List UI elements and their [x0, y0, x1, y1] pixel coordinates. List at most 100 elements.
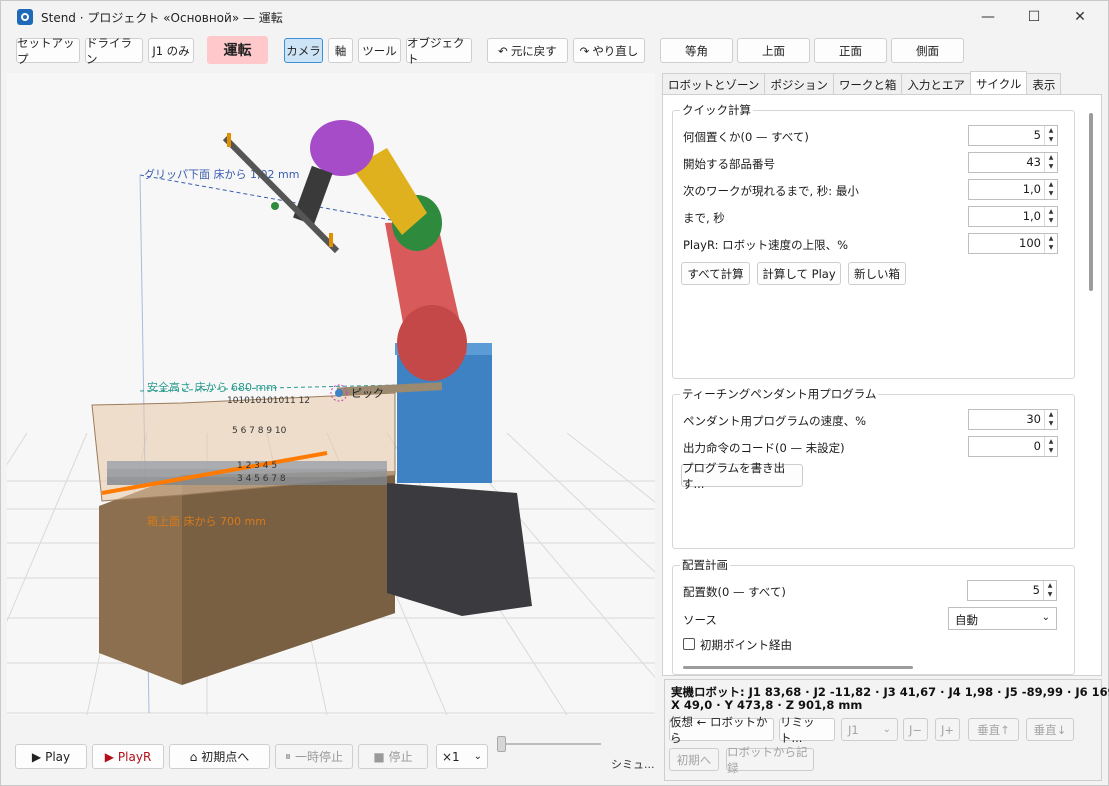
safe-height-label: 安全高さ 床から 680 mm	[147, 380, 277, 394]
jog-plus-button[interactable]: J+	[935, 718, 960, 741]
undo-button[interactable]: ↶ 元に戻す	[487, 38, 568, 63]
output-code-label: 出力命令のコード(0 — 未設定)	[683, 441, 845, 455]
speed-slider-track[interactable]	[501, 743, 601, 745]
chevron-down-icon: ⌄	[882, 724, 891, 735]
sim-label: シミュ...	[611, 758, 655, 771]
quick-calc-title: クイック計算	[680, 102, 753, 118]
output-code-value: 0	[1033, 439, 1041, 453]
source-value: 自動	[955, 613, 978, 627]
window-title: Stend · プロジェクト «Основной» — 運転	[41, 10, 283, 25]
min-interval-stepper[interactable]: 1,0 ▲ ▼	[968, 179, 1058, 200]
front-view-button[interactable]: 正面	[814, 38, 887, 63]
placement-title: 配置計画	[680, 557, 730, 573]
tab-cycle[interactable]: サイクル	[969, 71, 1028, 95]
joint-select[interactable]: J1 ⌄	[841, 718, 898, 741]
robot-wrist	[310, 120, 374, 176]
tab-display[interactable]: 表示	[1026, 73, 1062, 95]
speed-limit-stepper[interactable]: 100 ▲ ▼	[968, 233, 1058, 254]
close-button[interactable]: ✕	[1057, 1, 1103, 33]
stepper-arrows-icon[interactable]: ▲ ▼	[1044, 207, 1057, 226]
source-select[interactable]: 自動 ⌄	[948, 607, 1057, 630]
pendant-speed-stepper[interactable]: 30 ▲ ▼	[968, 409, 1058, 430]
stepper-arrows-icon[interactable]: ▲ ▼	[1044, 410, 1057, 429]
robot-shoulder	[397, 305, 467, 381]
layer-numbers-3: 1 2 3 4 5	[237, 461, 277, 471]
calc-all-button[interactable]: すべて計算	[681, 262, 750, 285]
home-button[interactable]: ⌂ 初期点へ	[169, 744, 270, 769]
via-home-checkbox[interactable]	[683, 638, 695, 650]
redo-button[interactable]: ↷ やり直し	[573, 38, 645, 63]
robot-pedestal	[387, 483, 532, 616]
new-box-button[interactable]: 新しい箱	[848, 262, 906, 285]
quick-calc-label-4: PlayR: ロボット速度の上限、%	[683, 238, 849, 252]
pause-button[interactable]: ⏸ 一時停止	[275, 744, 353, 769]
undo-label: 元に戻す	[510, 43, 557, 58]
app-window: Stend · プロジェクト «Основной» — 運転 — ☐ ✕ セット…	[0, 0, 1109, 786]
layer-numbers-4: 3 4 5 6 7 8	[237, 474, 286, 484]
calc-play-button[interactable]: 計算して Play	[757, 262, 841, 285]
home-icon: ⌂	[189, 749, 198, 764]
tab-io-air[interactable]: 入力とエア	[901, 73, 971, 95]
mode-run-button[interactable]: 運転	[207, 36, 268, 64]
play-icon: ▶	[31, 749, 42, 764]
stepper-arrows-icon[interactable]: ▲ ▼	[1044, 153, 1057, 172]
tab-position[interactable]: ポジション	[764, 73, 834, 95]
count-value: 5	[1033, 128, 1041, 142]
count-stepper[interactable]: 5 ▲ ▼	[968, 125, 1058, 146]
minimize-button[interactable]: —	[965, 1, 1011, 33]
max-interval-value: 1,0	[1022, 209, 1041, 223]
source-label: ソース	[683, 613, 717, 627]
side-view-button[interactable]: 側面	[891, 38, 964, 63]
speed-select[interactable]: ×1 ⌄	[436, 744, 488, 769]
layer-numbers-2: 5 6 7 8 9 10	[232, 426, 287, 436]
setup-button[interactable]: セットアップ	[16, 36, 80, 66]
vertical-up-button[interactable]: 垂直↑	[968, 718, 1019, 741]
export-program-button[interactable]: プログラムを書き出す...	[681, 461, 803, 491]
top-view-button[interactable]: 上面	[737, 38, 810, 63]
stop-button[interactable]: ■ 停止	[358, 744, 428, 769]
camera-toggle[interactable]: カメラ	[284, 38, 323, 63]
scene-svg: グリッパ下面 床から 1,02 mm 安全高さ 床から 680 mm 箱上面 床…	[7, 120, 655, 715]
stepper-arrows-icon[interactable]: ▲ ▼	[1044, 126, 1057, 145]
output-code-stepper[interactable]: 0 ▲ ▼	[968, 436, 1058, 457]
stop-label: 停止	[388, 750, 413, 764]
panel-vscrollbar[interactable]	[1089, 113, 1093, 291]
limits-button[interactable]: リミット...	[779, 715, 835, 745]
speed-limit-value: 100	[1019, 236, 1041, 250]
quick-calc-label-1: 開始する部品番号	[683, 157, 775, 171]
stepper-arrows-icon[interactable]: ▲ ▼	[1044, 180, 1057, 199]
tool-toggle[interactable]: ツール	[358, 38, 401, 63]
iso-view-button[interactable]: 等角	[660, 38, 733, 63]
virtual-from-robot-button[interactable]: 仮想 ← ロボットから	[669, 715, 774, 745]
record-from-robot-button[interactable]: ロボットから記録	[726, 745, 814, 775]
playr-button[interactable]: ▶ PlayR	[92, 744, 164, 769]
axis-toggle[interactable]: 軸	[328, 38, 353, 63]
pendant-title: ティーチングペンダント用プログラム	[680, 386, 879, 402]
tab-work-box[interactable]: ワークと箱	[832, 73, 903, 95]
max-interval-stepper[interactable]: 1,0 ▲ ▼	[968, 206, 1058, 227]
stepper-arrows-icon[interactable]: ▲ ▼	[1044, 437, 1057, 456]
vertical-down-button[interactable]: 垂直↓	[1026, 718, 1074, 741]
3d-viewport[interactable]: グリッパ下面 床から 1,02 mm 安全高さ 床から 680 mm 箱上面 床…	[7, 73, 655, 715]
speed-slider-thumb[interactable]	[497, 736, 506, 752]
stepper-arrows-icon[interactable]: ▲ ▼	[1043, 581, 1056, 600]
jog-minus-button[interactable]: J−	[903, 718, 928, 741]
object-toggle[interactable]: オブジェクト	[406, 36, 472, 66]
to-home-button[interactable]: 初期へ	[669, 748, 719, 771]
play-button[interactable]: ▶ Play	[15, 744, 87, 769]
quick-calc-label-2: 次のワークが現れるまで, 秒: 最小	[683, 184, 859, 198]
home-label: 初期点へ	[201, 750, 250, 764]
quick-calc-label-0: 何個置くか(0 — すべて)	[683, 130, 809, 144]
placement-count-stepper[interactable]: 5 ▲ ▼	[967, 580, 1057, 601]
stepper-arrows-icon[interactable]: ▲ ▼	[1044, 234, 1057, 253]
tab-bar: ロボットとゾーン ポジション ワークと箱 入力とエア サイクル 表示	[662, 71, 1062, 95]
tab-robot-zone[interactable]: ロボットとゾーン	[662, 73, 766, 95]
j1only-button[interactable]: J1 のみ	[148, 38, 194, 63]
title-bar: Stend · プロジェクト «Основной» — 運転 — ☐ ✕	[1, 1, 1108, 33]
joint-value: J1	[848, 722, 859, 737]
dryrun-button[interactable]: ドライラン	[85, 36, 143, 66]
panel-hscrollbar[interactable]	[683, 666, 913, 669]
pendant-speed-label: ペンダント用プログラムの速度、%	[683, 414, 867, 428]
start-part-stepper[interactable]: 43 ▲ ▼	[968, 152, 1058, 173]
maximize-button[interactable]: ☐	[1011, 1, 1057, 33]
